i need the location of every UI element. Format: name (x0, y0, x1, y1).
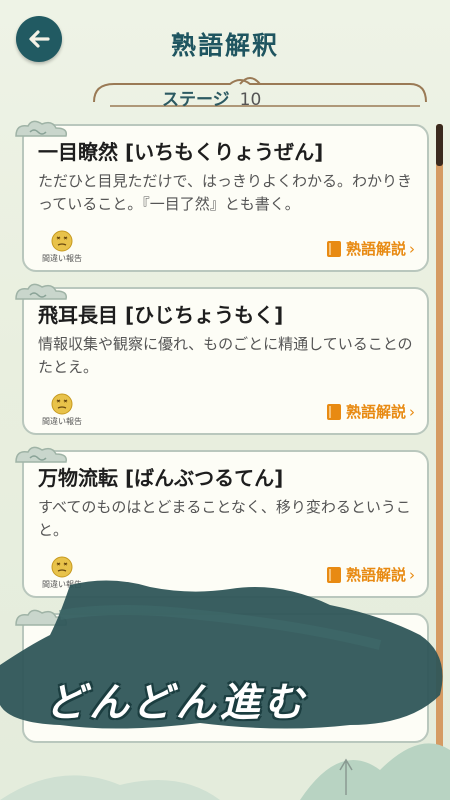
report-error-button[interactable]: 間違い報告 (34, 393, 90, 427)
stage-number: 10 (239, 90, 262, 110)
idiom-card: 一目瞭然 [いちもくりょうぜん] ただひと目見ただけで、はっきりよくわかる。わか… (15, 120, 429, 272)
idiom-description: ただひと目見ただけで、はっきりよくわかる。わかりきっていること。『一目了然』とも… (38, 172, 412, 213)
explain-button[interactable]: 熟語解説 › (326, 238, 415, 259)
report-label: 間違い報告 (42, 417, 82, 426)
stage-header: ステージ 10 (90, 72, 430, 112)
explain-button[interactable]: 熟語解説 › (326, 401, 415, 422)
stage-label-text: ステージ (162, 90, 230, 110)
explain-label: 熟語解説 (345, 240, 406, 258)
stage-label: ステージ 10 (162, 85, 261, 110)
idiom-description: すべてのものはとどまることなく、移り変わるということ。 (38, 498, 411, 539)
promo-banner: どんどん進む (0, 575, 450, 735)
idiom-title: 万物流転 [ばんぶつるてん] (38, 466, 284, 490)
idiom-description: 情報収集や観察に優れ、ものごとに精通していることのたとえ。 (38, 335, 413, 376)
idiom-title: 一目瞭然 [いちもくりょうぜん] (38, 140, 324, 164)
book-icon (326, 240, 341, 257)
explain-label: 熟語解説 (345, 403, 406, 421)
banner-text: どんどん進む (45, 680, 308, 726)
report-error-button[interactable]: 間違い報告 (34, 230, 90, 264)
book-icon (326, 403, 341, 420)
idiom-title: 飛耳長目 [ひじちょうもく] (38, 303, 284, 327)
page-title: 熟語解釈 (170, 31, 279, 60)
chevron-right-icon: › (409, 402, 415, 421)
report-label: 間違い報告 (42, 254, 82, 263)
scrollbar-thumb[interactable] (436, 124, 443, 166)
confused-face-icon (51, 393, 73, 415)
chevron-right-icon: › (409, 239, 415, 258)
idiom-card: 飛耳長目 [ひじちょうもく] 情報収集や観察に優れ、ものごとに精通していることの… (15, 283, 429, 435)
confused-face-icon (51, 230, 73, 252)
